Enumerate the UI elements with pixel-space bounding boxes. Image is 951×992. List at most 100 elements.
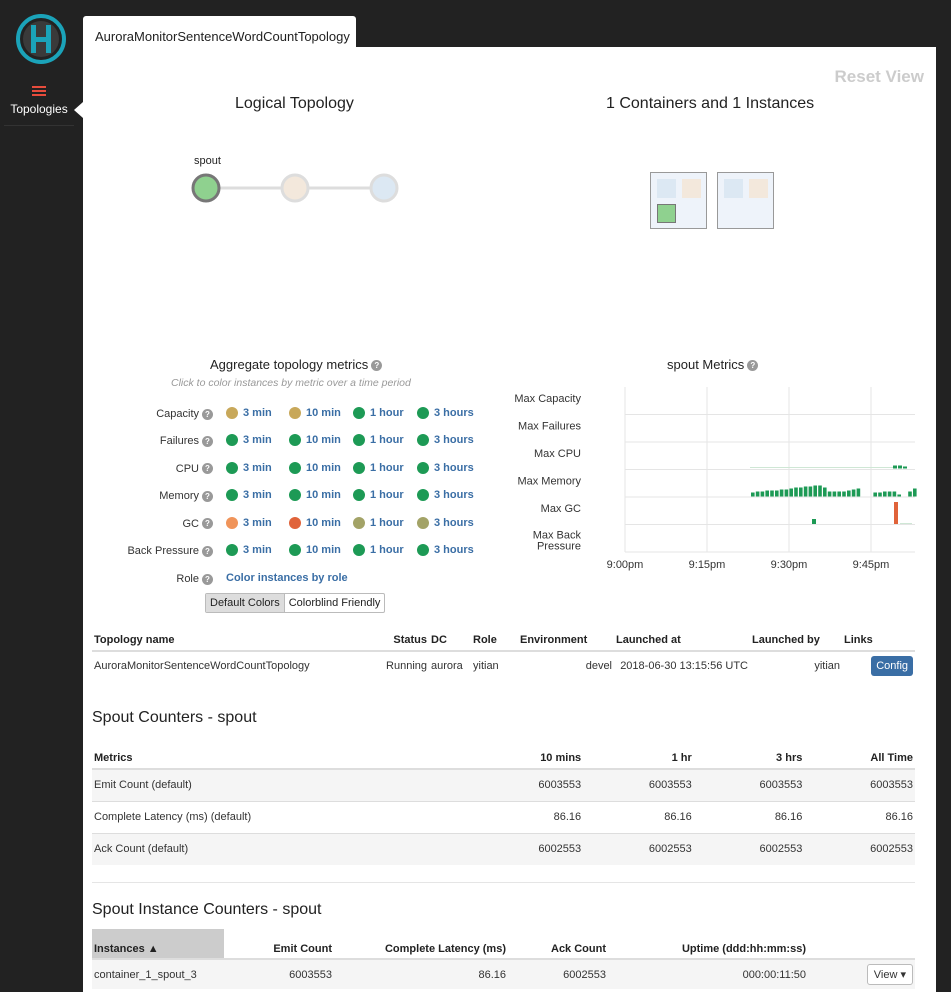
x-tick-label: 9:45pm xyxy=(853,559,890,571)
metric-period-option[interactable]: 3 hours xyxy=(417,434,474,450)
bolt-node[interactable] xyxy=(280,173,310,203)
column-header: 10 mins xyxy=(472,747,584,770)
metric-period-option[interactable]: 3 hours xyxy=(417,461,474,478)
reset-view-button[interactable]: Reset View xyxy=(835,67,924,87)
metric-period-option[interactable]: 1 hour xyxy=(353,461,404,478)
help-icon[interactable]: ? xyxy=(202,545,213,557)
status-dot-icon xyxy=(417,489,429,502)
metric-period-option[interactable]: 3 min xyxy=(226,516,272,533)
default-colors-button[interactable]: Default Colors xyxy=(206,594,285,612)
metric-period-option[interactable]: 10 min xyxy=(289,407,341,423)
metric-period-option[interactable]: 3 hours xyxy=(417,516,474,533)
metric-period-option[interactable]: 10 min xyxy=(289,544,341,560)
instance-cell[interactable] xyxy=(749,179,768,198)
instance-cell[interactable] xyxy=(657,204,676,223)
metric-period-option[interactable]: 10 min xyxy=(289,489,341,505)
table-cell: 86.16 xyxy=(693,800,805,833)
help-icon[interactable]: ? xyxy=(747,360,759,372)
table-row: container_1_spout_3 6003553 86.16 6002553 00… xyxy=(92,959,915,989)
column-header: Role xyxy=(471,629,518,652)
help-icon[interactable]: ? xyxy=(202,463,213,475)
period-label: 1 hour xyxy=(370,461,404,474)
table-cell: Emit Count (default) xyxy=(92,768,473,801)
memory-series-bar xyxy=(794,487,798,497)
metric-period-option[interactable]: 1 hour xyxy=(353,544,404,560)
logical-topology-title: Logical Topology xyxy=(235,95,354,112)
period-label: 3 hours xyxy=(434,489,474,502)
metric-period-option[interactable]: 10 min xyxy=(289,434,341,450)
x-tick-label: 9:30pm xyxy=(771,559,808,571)
help-icon[interactable]: ? xyxy=(202,518,213,530)
metric-period-option[interactable]: 3 min xyxy=(226,544,272,560)
metric-row-failures: Failures? 3 min 10 min 1 hour 3 hours xyxy=(83,434,503,450)
column-header: Status xyxy=(377,629,429,652)
metric-row-gc: GC? 3 min 10 min 1 hour 3 hours xyxy=(83,516,503,533)
status-dot-icon xyxy=(417,544,429,557)
period-label: 1 hour xyxy=(370,407,404,420)
metric-period-option[interactable]: 1 hour xyxy=(353,489,404,505)
metric-name: Failures? xyxy=(160,435,213,447)
view-dropdown-button[interactable]: View ▾ xyxy=(866,964,913,985)
status-dot-icon xyxy=(417,461,429,474)
help-icon[interactable]: ? xyxy=(202,435,213,447)
colorblind-friendly-button[interactable]: Colorblind Friendly xyxy=(285,594,385,612)
help-icon[interactable]: ? xyxy=(202,490,213,502)
metric-period-option[interactable]: 3 min xyxy=(226,434,272,450)
sortable-column-header[interactable]: Instances ▲ xyxy=(92,929,224,960)
color-by-role-link[interactable]: Color instances by role xyxy=(226,572,348,584)
table-cell: 6003553 xyxy=(224,959,334,989)
status-dot-icon xyxy=(417,407,429,420)
instance-cell[interactable] xyxy=(682,179,701,198)
container-box[interactable] xyxy=(717,172,774,229)
tab-topology[interactable]: AuroraMonitorSentenceWordCountTopology xyxy=(83,16,356,48)
metric-period-option[interactable]: 1 hour xyxy=(353,434,404,450)
column-header xyxy=(808,929,915,960)
container-box[interactable] xyxy=(650,172,707,229)
gc-series-bar xyxy=(894,502,898,524)
metric-period-option[interactable]: 3 min xyxy=(226,407,272,423)
metric-name: Memory? xyxy=(159,490,213,502)
table-cell: 86.16 xyxy=(804,800,915,833)
metric-period-option[interactable]: 1 hour xyxy=(353,407,404,423)
metric-period-option[interactable]: 10 min xyxy=(289,461,341,478)
table-cell: 86.16 xyxy=(472,800,584,833)
period-label: 10 min xyxy=(306,544,341,557)
metric-period-option[interactable]: 3 min xyxy=(226,461,272,478)
table-row: Complete Latency (ms) (default) 86.16 86.1… xyxy=(92,800,915,833)
heron-logo-icon[interactable] xyxy=(16,14,66,64)
section-divider xyxy=(92,882,915,883)
help-icon[interactable]: ? xyxy=(202,408,213,420)
table-cell: 6003553 xyxy=(472,768,584,801)
status-dot-icon xyxy=(289,434,301,447)
x-tick-label: 9:15pm xyxy=(689,559,726,571)
metric-period-option[interactable]: 3 min xyxy=(226,489,272,505)
period-label: 1 hour xyxy=(370,434,404,447)
metric-period-option[interactable]: 3 hours xyxy=(417,544,474,560)
instance-cell[interactable] xyxy=(657,179,676,198)
sidebar-item-topologies[interactable]: Topologies xyxy=(4,82,74,126)
menu-icon xyxy=(32,86,46,96)
status-dot-icon xyxy=(226,461,238,474)
table-cell: yitian xyxy=(814,659,840,672)
metric-period-option[interactable]: 1 hour xyxy=(353,516,404,533)
help-icon[interactable]: ? xyxy=(371,360,383,372)
period-label: 10 min xyxy=(306,516,341,529)
metric-period-option[interactable]: 3 hours xyxy=(417,489,474,505)
status-dot-icon xyxy=(417,516,429,529)
spout-node[interactable] xyxy=(191,173,221,203)
instance-cell[interactable] xyxy=(724,179,743,198)
column-header: 1 hr xyxy=(583,747,694,770)
config-button[interactable]: Config xyxy=(871,655,913,676)
instance-counters-title: Spout Instance Counters - spout xyxy=(92,901,322,918)
metric-period-option[interactable]: 10 min xyxy=(289,516,341,533)
bolt-node[interactable] xyxy=(369,173,399,203)
period-label: 3 min xyxy=(243,489,272,502)
column-header: 3 hrs xyxy=(693,747,805,770)
help-icon[interactable]: ? xyxy=(202,573,213,585)
status-dot-icon xyxy=(226,516,238,529)
chart-row-label: Max Back Pressure xyxy=(533,530,582,553)
period-label: 3 min xyxy=(243,461,272,474)
memory-series-bar xyxy=(908,491,912,497)
metric-period-option[interactable]: 3 hours xyxy=(417,407,474,423)
status-dot-icon xyxy=(226,434,238,447)
